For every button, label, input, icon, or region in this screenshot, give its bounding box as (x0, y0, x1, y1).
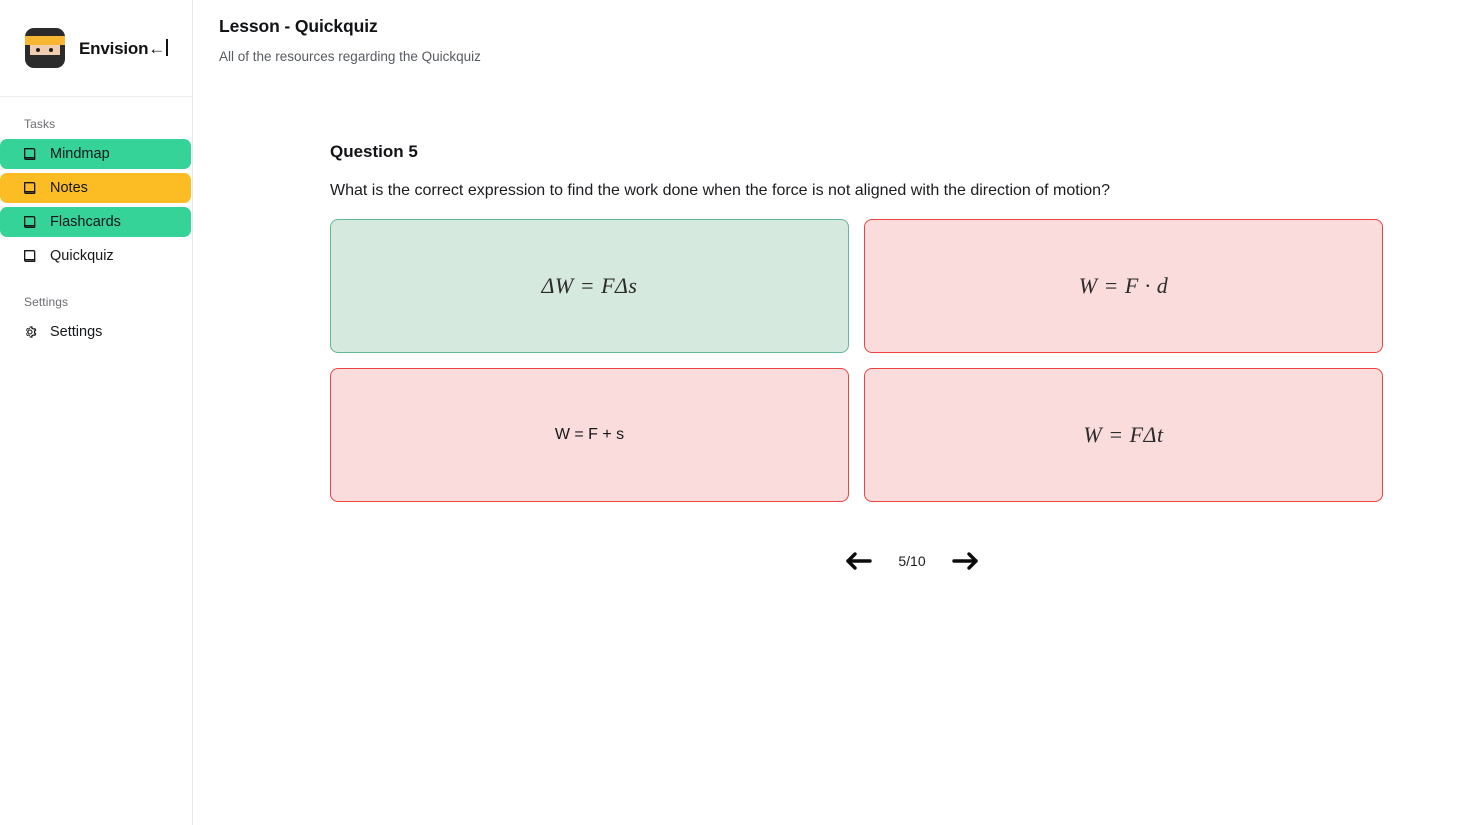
book-icon (22, 214, 38, 230)
answer-option-text: W = F · d (1078, 273, 1169, 298)
next-question-button[interactable] (951, 550, 980, 572)
quiz-pagination: 5/10 (330, 550, 1383, 572)
arrow-left-icon (844, 550, 873, 572)
brand-title: Envision ← (79, 37, 169, 59)
sidebar-item-label: Notes (50, 179, 88, 196)
page-title: Lesson - Quickquiz (219, 16, 378, 36)
page-subtitle: All of the resources regarding the Quick… (219, 49, 481, 64)
sidebar-item-quickquiz[interactable]: Quickquiz (0, 241, 191, 271)
brand-name: Envision (79, 39, 149, 58)
sidebar-section-settings-label: Settings (24, 295, 69, 309)
book-icon (22, 146, 38, 162)
ninja-logo-icon (25, 28, 65, 68)
book-icon (22, 248, 38, 264)
brand-header: Envision ← (0, 0, 192, 97)
answer-option-3[interactable]: W = F + s (330, 368, 849, 502)
quiz-panel: Question 5 What is the correct expressio… (219, 142, 1472, 572)
gear-icon (22, 324, 38, 340)
answer-option-text: W = F + s (554, 426, 625, 443)
back-arrow-icon[interactable]: ← (148, 39, 165, 59)
answer-option-text: ΔW = FΔs (541, 273, 638, 298)
answer-option-2[interactable]: W = F · d (864, 219, 1383, 353)
sidebar-section-tasks-label: Tasks (24, 117, 56, 131)
sidebar: Envision ← Tasks Mindmap Notes Flashcard… (0, 0, 193, 825)
sidebar-item-label: Quickquiz (50, 247, 114, 264)
answer-option-1[interactable]: ΔW = FΔs (330, 219, 849, 353)
sidebar-item-label: Flashcards (50, 213, 121, 230)
sidebar-item-settings[interactable]: Settings (0, 317, 191, 347)
book-icon (22, 180, 38, 196)
answer-options-grid: ΔW = FΔs W = F · d W = F + s W = FΔt (330, 219, 1383, 502)
sidebar-nav: Tasks Mindmap Notes Flashcards Quickquiz… (0, 97, 192, 351)
sidebar-item-flashcards[interactable]: Flashcards (0, 207, 191, 237)
question-counter: 5/10 (898, 553, 926, 569)
arrow-right-icon (951, 550, 980, 572)
sidebar-item-label: Settings (50, 323, 103, 340)
previous-question-button[interactable] (844, 550, 873, 572)
question-text: What is the correct expression to find t… (330, 182, 1110, 199)
sidebar-item-label: Mindmap (50, 145, 110, 162)
app-root: Envision ← Tasks Mindmap Notes Flashcard… (0, 0, 1472, 825)
main-content: Lesson - Quickquiz All of the resources … (193, 0, 1472, 825)
answer-option-4[interactable]: W = FΔt (864, 368, 1383, 502)
sidebar-item-mindmap[interactable]: Mindmap (0, 139, 191, 169)
answer-option-text: W = FΔt (1083, 422, 1164, 447)
question-number: Question 5 (330, 142, 418, 161)
sidebar-item-notes[interactable]: Notes (0, 173, 191, 203)
text-cursor (166, 39, 169, 56)
